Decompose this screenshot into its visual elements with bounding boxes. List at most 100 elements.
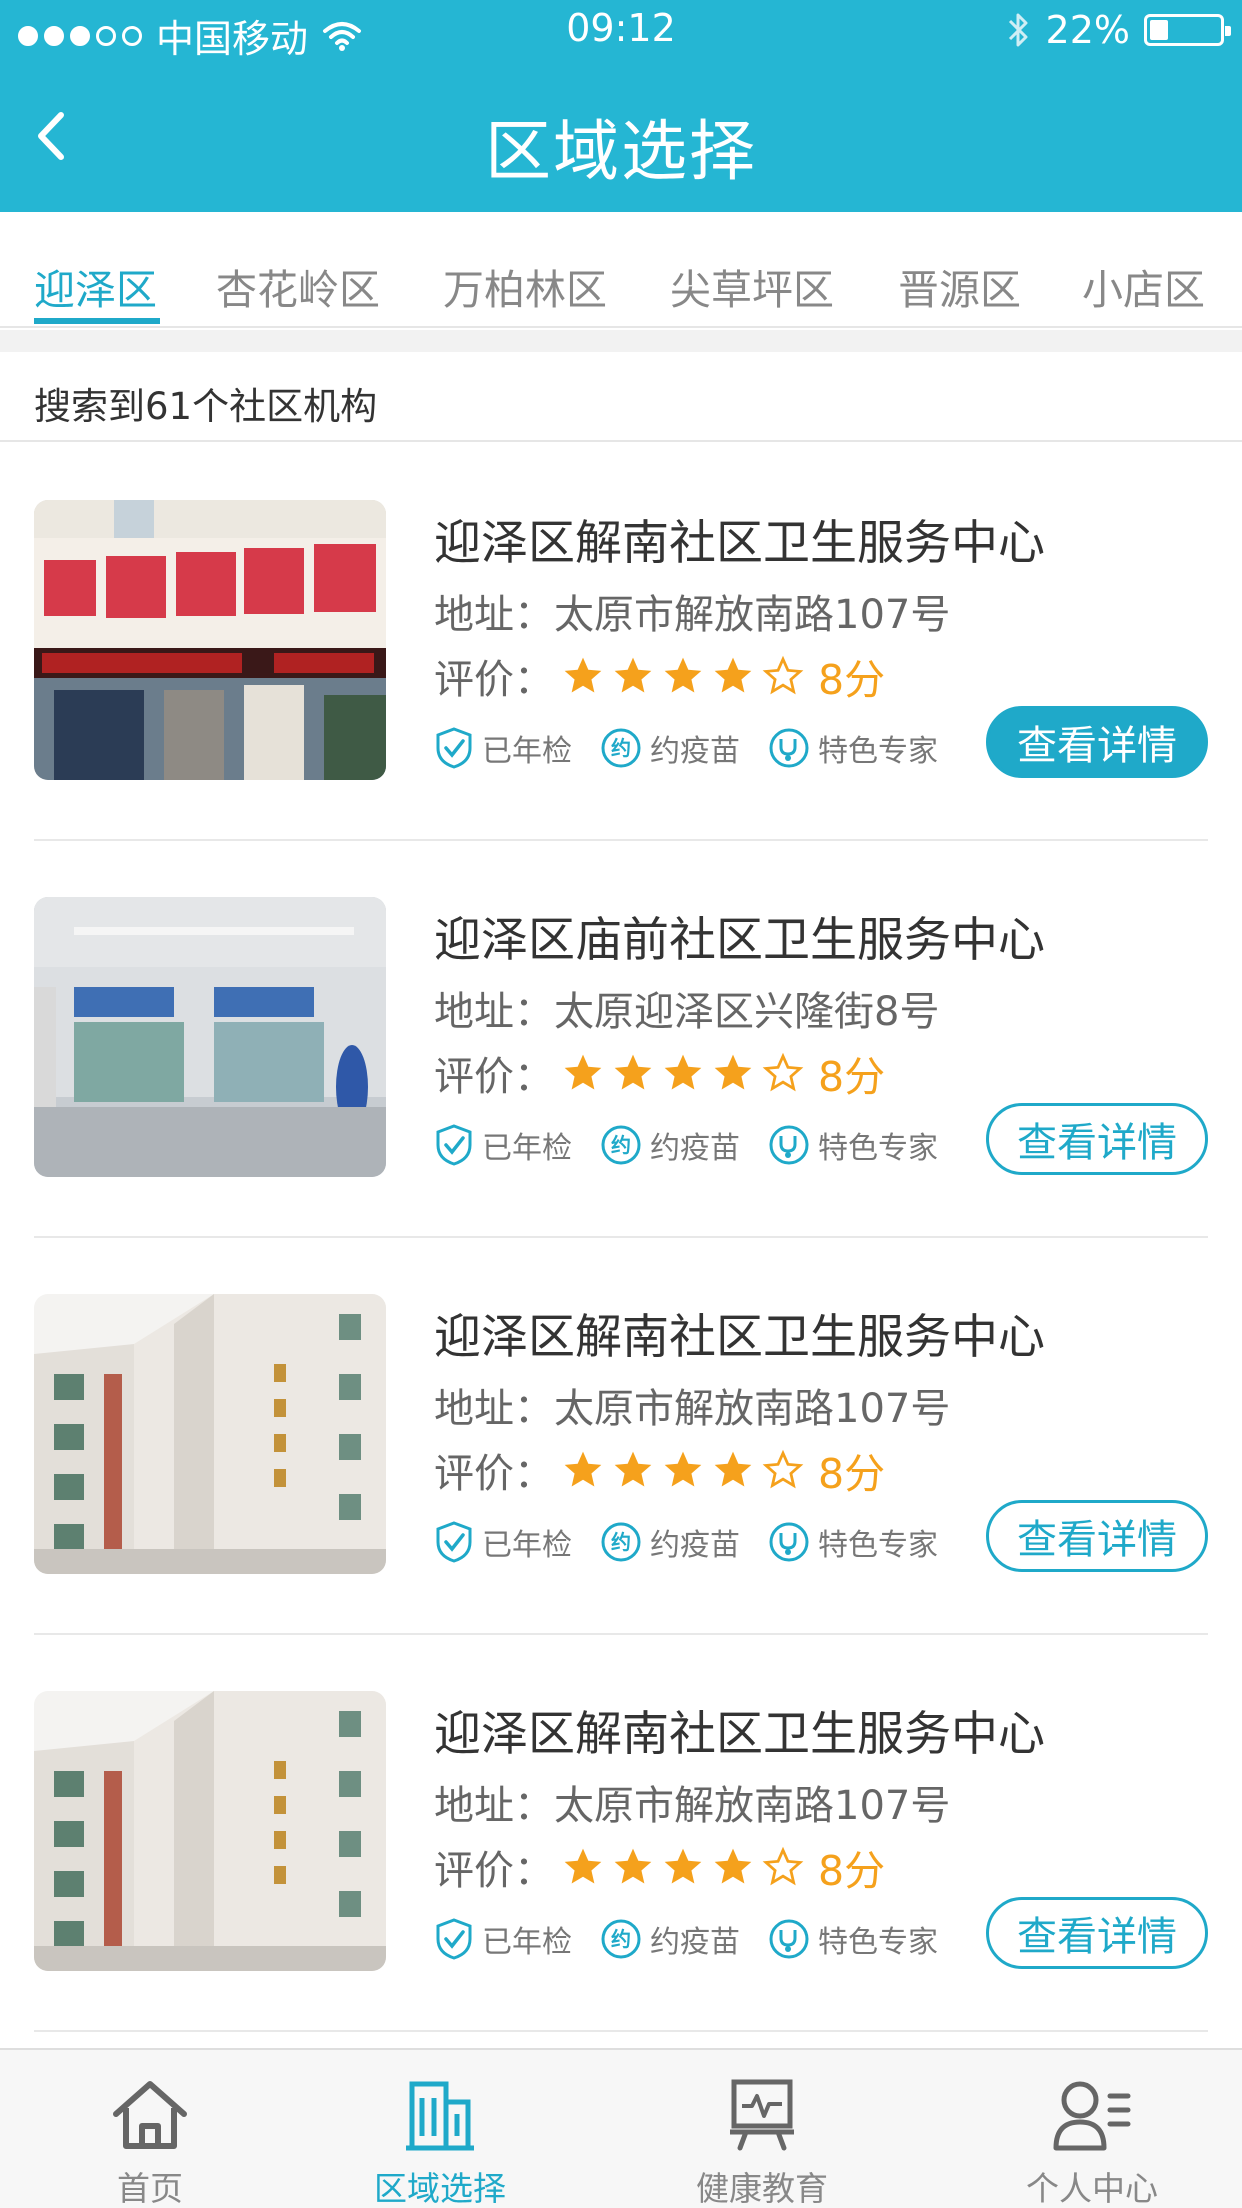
- nav-label: 个人中心: [1026, 2169, 1158, 2208]
- tag-label: 约疫苗: [650, 734, 740, 769]
- center-name[interactable]: 迎泽区解南社区卫生服务中心: [434, 1695, 1045, 1764]
- center-name[interactable]: 迎泽区解南社区卫生服务中心: [434, 1298, 1045, 1367]
- tag-label: 约疫苗: [650, 1925, 740, 1960]
- tag-label: 约疫苗: [650, 1528, 740, 1563]
- rating-label: 评价：: [434, 1054, 554, 1100]
- tab-xinghualing[interactable]: 杏花岭区: [216, 256, 380, 316]
- star-rating: [560, 654, 806, 698]
- battery-percent: 22%: [1045, 8, 1130, 52]
- tag-label: 特色专家: [818, 1528, 938, 1563]
- star-filled-icon: [664, 1848, 702, 1884]
- district-tabs: 迎泽区 杏花岭区 万柏林区 尖草坪区 晋源区 小店区: [0, 212, 1242, 328]
- tab-wanbailin[interactable]: 万柏林区: [443, 256, 607, 316]
- star-rating: [560, 1448, 806, 1492]
- view-details-button[interactable]: 查看详情: [986, 1103, 1208, 1175]
- center-rating: 评价： 8分: [434, 1837, 885, 1897]
- star-filled-icon: [664, 657, 702, 693]
- tag-annual-inspection: 已年检: [434, 1917, 572, 1961]
- nav-region-select[interactable]: 区域选择: [290, 2050, 590, 2208]
- rating-label: 评价：: [434, 1848, 554, 1894]
- service-tags: 已年检 约 约疫苗 特色专家: [434, 1123, 966, 1167]
- rating-score: 8分: [818, 656, 886, 704]
- tab-xiaodian[interactable]: 小店区: [1082, 256, 1205, 316]
- tag-label: 已年检: [482, 1131, 572, 1166]
- stethoscope-icon: [769, 1125, 809, 1165]
- star-filled-icon: [614, 1848, 652, 1884]
- center-address: 地址：太原市解放南路107号: [434, 1783, 951, 1829]
- divider: [34, 2030, 1208, 2032]
- bottom-nav: 首页 区域选择 健康教育 个人中心: [0, 2048, 1242, 2208]
- presentation-board-icon: [730, 2079, 794, 2151]
- center-name[interactable]: 迎泽区解南社区卫生服务中心: [434, 504, 1045, 573]
- tag-vaccine-booking: 约 约疫苗: [600, 1123, 740, 1167]
- tag-specialist: 特色专家: [768, 1520, 938, 1564]
- rating-score: 8分: [818, 1053, 886, 1101]
- star-filled-icon: [714, 1054, 752, 1090]
- bluetooth-icon: [1008, 13, 1028, 47]
- center-card[interactable]: 迎泽区解南社区卫生服务中心 地址：太原市解放南路107号 评价： 8分 已年检 …: [0, 1238, 1242, 1635]
- tag-label: 特色专家: [818, 1131, 938, 1166]
- center-photo: [34, 500, 386, 780]
- tag-annual-inspection: 已年检: [434, 1123, 572, 1167]
- appointment-badge-icon: 约: [601, 1522, 641, 1562]
- center-rating: 评价： 8分: [434, 1043, 885, 1103]
- star-filled-icon: [714, 1451, 752, 1487]
- tag-specialist: 特色专家: [768, 726, 938, 770]
- star-filled-icon: [564, 1054, 602, 1090]
- nav-label: 首页: [117, 2169, 183, 2208]
- center-address: 地址：太原市解放南路107号: [434, 1386, 951, 1432]
- service-tags: 已年检 约 约疫苗 特色专家: [434, 1520, 966, 1564]
- star-filled-icon: [614, 657, 652, 693]
- center-photo: [34, 897, 386, 1177]
- rating-label: 评价：: [434, 657, 554, 703]
- center-card[interactable]: 迎泽区解南社区卫生服务中心 地址：太原市解放南路107号 评价： 8分 已年检 …: [0, 1635, 1242, 2032]
- tag-label: 已年检: [482, 1925, 572, 1960]
- center-card[interactable]: 迎泽区解南社区卫生服务中心 地址：太原市解放南路107号 评价： 8分 已年检 …: [0, 444, 1242, 841]
- svg-text:约: 约: [611, 1530, 631, 1554]
- nav-personal-center[interactable]: 个人中心: [942, 2050, 1242, 2208]
- star-filled-icon: [564, 1848, 602, 1884]
- tag-annual-inspection: 已年检: [434, 726, 572, 770]
- star-rating: [560, 1845, 806, 1889]
- view-details-button[interactable]: 查看详情: [986, 706, 1208, 778]
- tab-jiancaoping[interactable]: 尖草坪区: [670, 256, 834, 316]
- stethoscope-icon: [769, 728, 809, 768]
- svg-text:约: 约: [611, 736, 631, 760]
- star-filled-icon: [714, 657, 752, 693]
- tag-vaccine-booking: 约 约疫苗: [600, 1520, 740, 1564]
- appointment-badge-icon: 约: [601, 1919, 641, 1959]
- star-filled-icon: [614, 1054, 652, 1090]
- tab-yingze[interactable]: 迎泽区: [34, 256, 157, 316]
- center-address: 地址：太原迎泽区兴隆街8号: [434, 989, 940, 1035]
- nav-label: 健康教育: [696, 2169, 828, 2208]
- stethoscope-icon: [769, 1919, 809, 1959]
- star-filled-icon: [714, 1848, 752, 1884]
- star-filled-icon: [614, 1451, 652, 1487]
- view-details-button[interactable]: 查看详情: [986, 1500, 1208, 1572]
- rating-score: 8分: [818, 1450, 886, 1498]
- page-title: 区域选择: [485, 113, 757, 190]
- shield-check-icon: [436, 1124, 472, 1166]
- center-name[interactable]: 迎泽区庙前社区卫生服务中心: [434, 901, 1045, 970]
- center-card[interactable]: 迎泽区庙前社区卫生服务中心 地址：太原迎泽区兴隆街8号 评价： 8分 已年检 约…: [0, 841, 1242, 1238]
- center-photo: [34, 1691, 386, 1971]
- center-photo: [34, 1294, 386, 1574]
- tag-label: 已年检: [482, 1528, 572, 1563]
- svg-text:约: 约: [611, 1133, 631, 1157]
- tag-label: 特色专家: [818, 1925, 938, 1960]
- nav-home[interactable]: 首页: [0, 2050, 300, 2208]
- nav-health-education[interactable]: 健康教育: [612, 2050, 912, 2208]
- star-empty-icon: [762, 655, 804, 695]
- shield-check-icon: [436, 1521, 472, 1563]
- service-tags: 已年检 约 约疫苗 特色专家: [434, 726, 966, 770]
- tag-vaccine-booking: 约 约疫苗: [600, 1917, 740, 1961]
- view-details-button[interactable]: 查看详情: [986, 1897, 1208, 1969]
- nav-label: 区域选择: [374, 2169, 506, 2208]
- svg-text:约: 约: [611, 1927, 631, 1951]
- tab-jinyuan[interactable]: 晋源区: [898, 256, 1021, 316]
- result-count: 搜索到61个社区机构: [34, 385, 378, 428]
- tag-annual-inspection: 已年检: [434, 1520, 572, 1564]
- star-filled-icon: [564, 657, 602, 693]
- status-bar: 中国移动 09:12 22%: [0, 0, 1242, 61]
- service-tags: 已年检 约 约疫苗 特色专家: [434, 1917, 966, 1961]
